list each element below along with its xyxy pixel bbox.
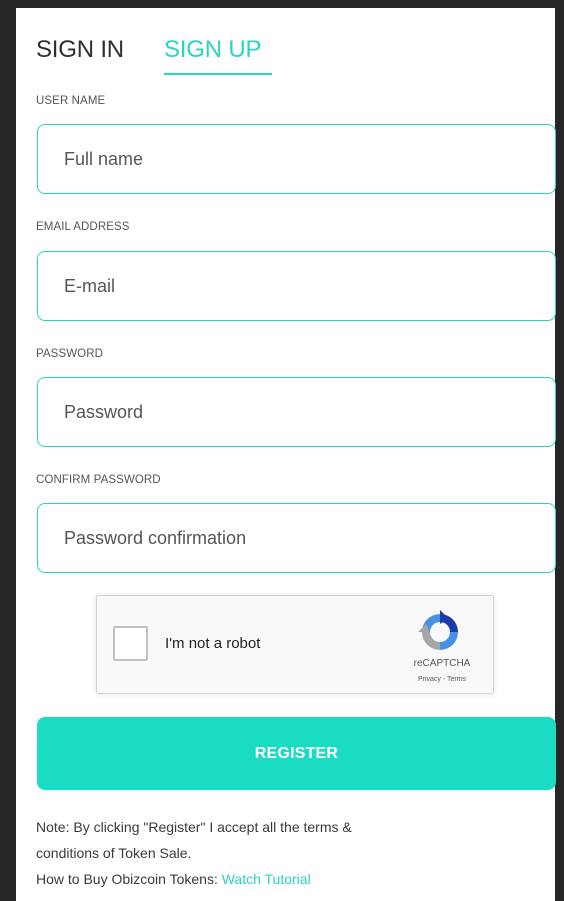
- confirm-password-input[interactable]: [37, 503, 556, 573]
- password-input[interactable]: [37, 377, 556, 447]
- recaptcha-label: I'm not a robot: [165, 635, 261, 652]
- recaptcha-privacy-terms[interactable]: Privacy - Terms: [402, 676, 482, 683]
- watch-tutorial-link[interactable]: Watch Tutorial: [222, 871, 311, 887]
- recaptcha-brand: reCAPTCHA: [413, 658, 471, 669]
- note-line-2: conditions of Token Sale.: [36, 845, 192, 861]
- confirm-password-label: CONFIRM PASSWORD: [36, 474, 161, 486]
- recaptcha-widget: I'm not a robot reCAPTCHA Privacy - Term…: [96, 595, 494, 694]
- active-tab-indicator: [164, 73, 272, 75]
- signup-panel: SIGN IN SIGN UP USER NAME EMAIL ADDRESS …: [16, 8, 556, 901]
- tab-sign-up[interactable]: SIGN UP: [164, 36, 261, 64]
- username-label: USER NAME: [36, 95, 106, 107]
- note-line-1: Note: By clicking "Register" I accept al…: [36, 819, 352, 835]
- email-input[interactable]: [37, 251, 556, 321]
- register-button[interactable]: REGISTER: [37, 717, 556, 790]
- tab-sign-in[interactable]: SIGN IN: [36, 36, 124, 64]
- password-label: PASSWORD: [36, 348, 104, 360]
- note-line-3: How to Buy Obizcoin Tokens: Watch Tutori…: [36, 866, 536, 892]
- email-label: EMAIL ADDRESS: [36, 221, 130, 233]
- recaptcha-checkbox[interactable]: [113, 626, 148, 661]
- username-input[interactable]: [37, 124, 556, 194]
- terms-note: Note: By clicking "Register" I accept al…: [36, 814, 536, 892]
- tutorial-prefix: How to Buy Obizcoin Tokens:: [36, 871, 222, 887]
- recaptcha-logo-icon: [418, 610, 458, 650]
